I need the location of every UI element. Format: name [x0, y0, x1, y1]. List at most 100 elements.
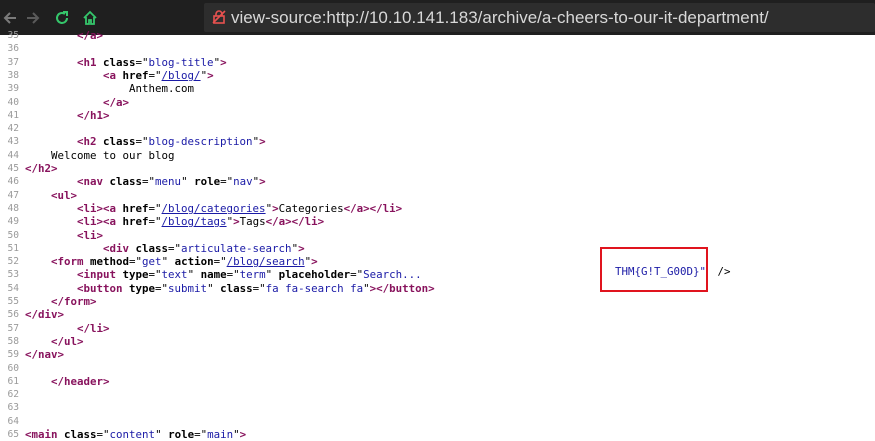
code-token: class: [135, 241, 169, 255]
line-code: <li><a href="/blog/categories">Categorie…: [25, 202, 402, 215]
line-code: <li><a href="/blog/tags">Tags</a></li>: [25, 215, 324, 228]
code-token: type: [122, 268, 149, 282]
source-link[interactable]: /blog/: [162, 69, 201, 82]
code-token: class: [64, 428, 97, 441]
code-token: =": [194, 428, 208, 441]
source-link[interactable]: /blog/categories: [162, 202, 266, 215]
code-token: main: [207, 428, 234, 441]
reload-icon: [56, 10, 68, 24]
code-token: ": [181, 175, 195, 189]
code-token: <div: [25, 241, 136, 255]
code-token: </header>: [25, 374, 110, 388]
code-token: blog-description: [148, 135, 253, 149]
line-number: 63: [7, 402, 19, 414]
code-token: role: [168, 428, 195, 441]
source-line: 64: [0, 415, 875, 428]
code-token: get: [142, 255, 162, 269]
code-token: Welcome to our blog: [25, 148, 175, 162]
line-number: 64: [7, 415, 19, 427]
source-link[interactable]: /blog/search: [227, 255, 305, 268]
code-token: </h1>: [25, 108, 110, 122]
source-line: 50 <li>: [0, 229, 875, 242]
line-code: </header>: [25, 375, 110, 388]
code-token: </li>: [25, 321, 110, 335]
source-link[interactable]: /blog/tags: [162, 215, 227, 228]
source-line: 44 Welcome to our blog: [0, 149, 875, 162]
source-line: 36: [0, 42, 875, 55]
code-token: <ul>: [25, 188, 78, 202]
source-line: 46 <nav class="menu" role="nav">: [0, 175, 875, 188]
line-code: </h2>: [25, 162, 58, 175]
source-line: 45 </h2>: [0, 162, 875, 175]
line-number: 62: [7, 389, 19, 401]
line-code: </a>: [25, 29, 103, 42]
source-line: 65 <main class="content" role="main">: [0, 428, 875, 441]
line-number: 37: [7, 56, 19, 68]
forward-icon: [27, 11, 40, 24]
code-token: blog-title: [148, 55, 214, 69]
line-number: 36: [7, 43, 19, 55]
line-number: 42: [7, 123, 19, 135]
line-code: </li>: [25, 322, 110, 335]
source-line: 40 </a>: [0, 96, 875, 109]
source-line: 43 <h2 class="blog-description">: [0, 135, 875, 148]
code-token: Anthem.com: [25, 82, 195, 96]
line-code: <main class="content" role="main">: [25, 428, 246, 441]
code-token: </ul>: [25, 334, 84, 348]
code-token: <form: [25, 255, 91, 269]
line-code: </div>: [25, 308, 64, 321]
line-number: 60: [7, 362, 19, 374]
code-token: =": [135, 55, 149, 69]
line-number: 44: [7, 149, 19, 161]
code-token: ": [265, 268, 279, 282]
line-code: <ul>: [25, 189, 77, 202]
code-token: >: [220, 55, 227, 69]
line-number: 38: [7, 69, 19, 81]
flag-text: THM{G!T_G00D}": [615, 265, 707, 278]
source-line: 61 </header>: [0, 375, 875, 388]
code-token: role: [194, 175, 221, 189]
code-token: class: [103, 55, 136, 69]
code-token: </form>: [25, 295, 97, 308]
line-code: </nav>: [25, 348, 64, 361]
line-number: 57: [7, 322, 19, 334]
code-token: =": [148, 268, 162, 282]
code-token: =": [168, 241, 182, 255]
code-token: </h2>: [25, 162, 58, 175]
line-number: 54: [7, 282, 19, 294]
code-token: fa fa-search fa: [265, 281, 364, 295]
code-token: =": [135, 135, 149, 149]
code-token: ": [187, 268, 201, 282]
code-token: >: [239, 428, 247, 441]
code-token: href: [122, 201, 149, 215]
code-token: ": [155, 428, 169, 441]
line-number: 48: [7, 202, 19, 214]
line-code: <h2 class="blog-description">: [25, 135, 266, 148]
source-view: 35 </a> 36 37 <h1 class="blog-title"> 38 <a…: [0, 29, 875, 441]
line-number: 55: [7, 296, 19, 307]
line-number: 47: [7, 189, 19, 201]
code-token: >: [259, 135, 266, 149]
code-token: nav: [233, 175, 253, 189]
code-token: <button: [25, 281, 130, 295]
source-line: 35 </a>: [0, 29, 875, 42]
code-token: =": [252, 281, 266, 295]
code-token: action: [174, 255, 214, 269]
address-bar[interactable]: view-source:http://10.10.141.183/archive…: [204, 3, 875, 32]
code-token: <li><a: [25, 215, 123, 229]
code-token: <h1: [25, 55, 104, 69]
source-line: 48 <li><a href="/blog/categories">Catego…: [0, 202, 875, 215]
code-token: >: [259, 175, 266, 189]
line-number: 43: [7, 136, 19, 148]
code-token: <input: [25, 268, 123, 282]
code-token: placeholder: [278, 268, 351, 282]
line-number: 51: [7, 242, 19, 254]
code-token: =": [220, 175, 234, 189]
code-token: >: [207, 68, 214, 82]
code-token: =": [148, 215, 162, 229]
code-token: >: [311, 255, 318, 269]
source-line: 56 </div>: [0, 308, 875, 321]
source-line: 38 <a href="/blog/">: [0, 69, 875, 82]
source-line: 53 <input type="text" name="term" placeh…: [0, 268, 875, 281]
line-code: </ul>: [25, 335, 84, 348]
